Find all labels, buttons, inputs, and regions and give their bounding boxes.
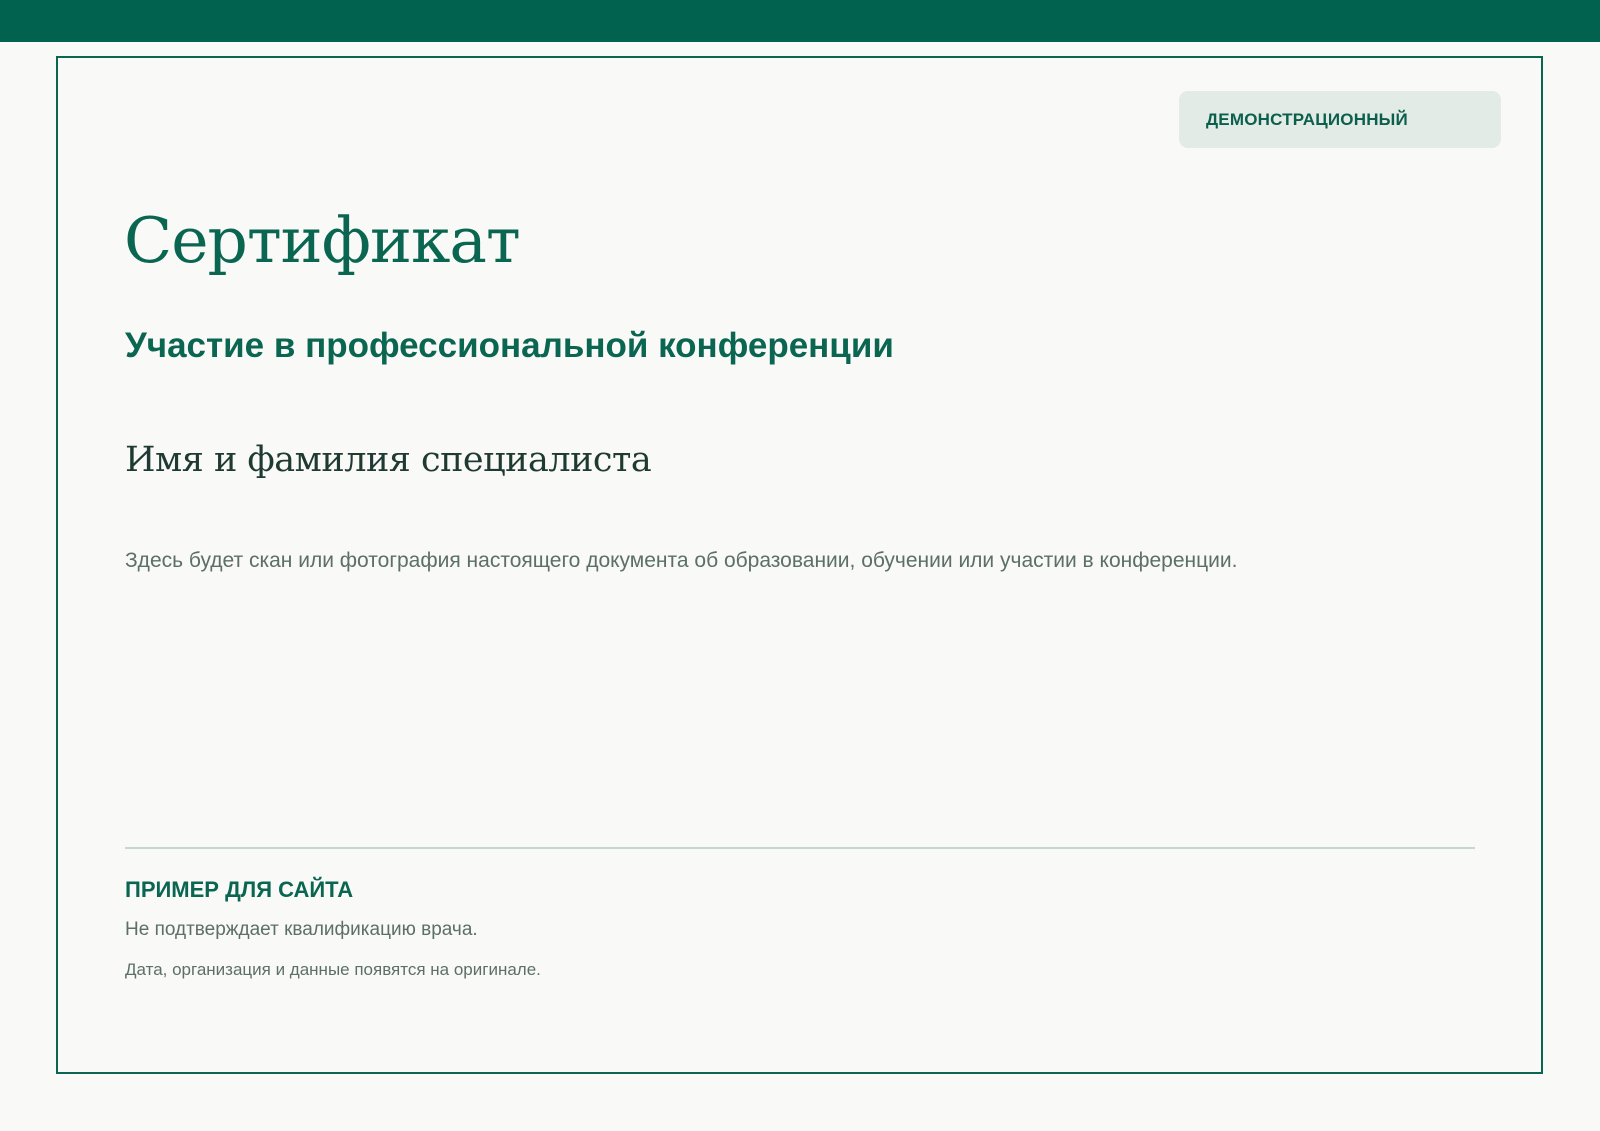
certificate-description: Здесь будет скан или фотография настояще… [125, 549, 1238, 572]
certificate-subtitle: Участие в профессиональной конференции [125, 326, 894, 365]
footer-note: Дата, организация и данные появятся на о… [125, 960, 541, 979]
demo-badge-label: ДЕМОНСТРАЦИОННЫЙ [1206, 109, 1408, 129]
top-accent-bar [0, 0, 1600, 42]
certificate-title: Сертификат [124, 204, 521, 277]
footer-divider [125, 847, 1475, 849]
specialist-name: Имя и фамилия специалиста [125, 440, 652, 480]
demo-badge: ДЕМОНСТРАЦИОННЫЙ [1179, 91, 1501, 148]
footer-heading: ПРИМЕР ДЛЯ САЙТА [125, 877, 354, 902]
footer-disclaimer: Не подтверждает квалификацию врача. [125, 919, 478, 940]
